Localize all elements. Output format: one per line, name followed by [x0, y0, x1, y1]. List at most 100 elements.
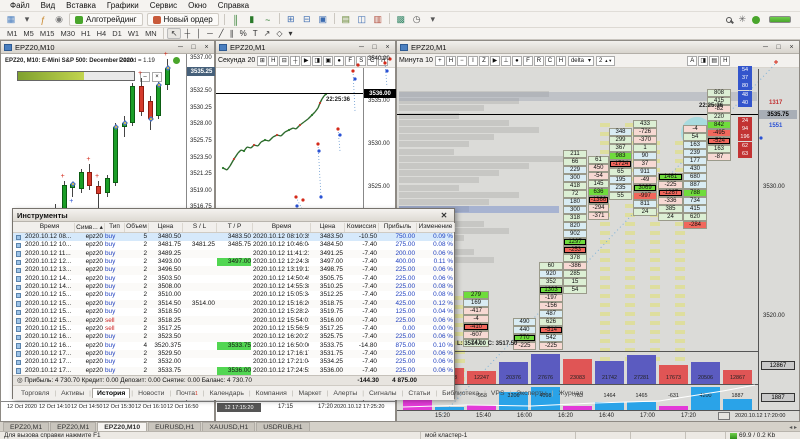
close-icon[interactable]: ×: [787, 44, 796, 51]
toolbox-tab-0[interactable]: Торговля: [17, 389, 53, 398]
chart-view-button[interactable]: A: [687, 55, 698, 66]
column-header-1[interactable]: Симв... ▴: [75, 223, 105, 232]
minimize-icon[interactable]: ─: [176, 44, 185, 51]
community-icon[interactable]: [752, 15, 760, 24]
timeframe-value[interactable]: 10: [425, 57, 433, 64]
profiles-icon[interactable]: ▦: [4, 13, 18, 26]
scale-spinner[interactable]: 2 ▲▼: [595, 55, 616, 66]
history-table-row[interactable]: 2020.10.12 13... epz20 buy 2 3496.50 2020.10.…: [13, 266, 453, 275]
column-header-11[interactable]: Изменение: [417, 223, 455, 232]
chart-tool-button[interactable]: R: [533, 55, 544, 66]
history-table-row[interactable]: 2020.10.12 15... epz20 buy 2 3518.50 2020.10.…: [13, 308, 453, 317]
zoom-out-icon[interactable]: ⊟: [300, 13, 314, 26]
column-header-8[interactable]: Цена: [311, 223, 345, 232]
chart-tab-0[interactable]: EPZ20,M1: [3, 422, 50, 431]
timeframe-MN[interactable]: MN: [142, 29, 160, 38]
close-icon[interactable]: ✕: [438, 211, 450, 220]
search-icon[interactable]: [726, 16, 733, 23]
column-header-6[interactable]: T / P: [217, 223, 253, 232]
timeframe-D1[interactable]: D1: [109, 29, 125, 38]
chart-tool-button[interactable]: F: [522, 55, 533, 66]
history-table-row[interactable]: 2020.10.12 17... epz20 buy 2 3533.75 3536.00 2…: [13, 366, 453, 375]
column-header-4[interactable]: Цена: [149, 223, 183, 232]
history-table-row[interactable]: 2020.10.12 15... epz20 buy 2 3514.50 3514.00 2…: [13, 299, 453, 309]
chart-tab-5[interactable]: USDRUB,H1: [256, 422, 310, 431]
timeframe-M5[interactable]: M5: [20, 29, 36, 38]
more-tools-icon[interactable]: ▾: [285, 29, 295, 38]
window-titlebar[interactable]: EPZ20,M10 ─ □ ×: [1, 41, 214, 54]
chart-tool-button[interactable]: −: [456, 55, 467, 66]
column-header-7[interactable]: Время: [253, 223, 311, 232]
chart-tool-button[interactable]: ▶: [301, 55, 312, 66]
new-order-button[interactable]: Новый ордер: [146, 13, 219, 26]
zoom-in-icon[interactable]: ⊞: [284, 13, 298, 26]
chart-window-epz20-m1-cluster[interactable]: EPZ20,M1 ─ □ × Минута 10 + H − I Z ▶ ⊥ ● F R C H delt…: [396, 40, 800, 422]
tab-scroll-icons[interactable]: ◂ ▸: [789, 424, 797, 431]
chart-tab-4[interactable]: XAUUSD,H1: [202, 422, 256, 431]
column-header-3[interactable]: Объем: [125, 223, 149, 232]
chart-tab-3[interactable]: EURUSD,H1: [148, 422, 202, 431]
chart-tab-1[interactable]: EPZ20,M1: [50, 422, 97, 431]
column-header-5[interactable]: S / L: [183, 223, 217, 232]
toolbox-tab-5[interactable]: Календарь: [206, 389, 248, 398]
algotrading-button[interactable]: Алготрейдинг: [69, 13, 143, 26]
history-table-row[interactable]: 2020.10.12 14... epz20 buy 2 3503.50 2020.10.…: [13, 274, 453, 284]
toolbox-tab-14[interactable]: Журнал: [554, 389, 587, 398]
clock-dropdown-icon[interactable]: ▾: [426, 13, 440, 26]
vline-tool-icon[interactable]: │: [193, 29, 204, 38]
menu-item-0[interactable]: Файл: [5, 1, 35, 10]
chart-shift-icon[interactable]: ▤: [339, 13, 353, 26]
chart-tool-button[interactable]: ◨: [312, 55, 323, 66]
timeframe-M30[interactable]: M30: [57, 29, 78, 38]
chart-view-button[interactable]: ◨: [698, 55, 709, 66]
new-chart-icon[interactable]: ▩: [394, 13, 408, 26]
chart-tool-button[interactable]: ┼: [290, 55, 301, 66]
trendline-tool-icon[interactable]: ╱: [216, 29, 227, 38]
window-titlebar[interactable]: EPZ20,M1 ─ □ ×: [216, 41, 395, 54]
timeframe-W1[interactable]: W1: [125, 29, 142, 38]
cluster-mode-dropdown[interactable]: delta ▾: [567, 55, 594, 66]
chart-tool-button[interactable]: H: [268, 55, 279, 66]
indicators-icon[interactable]: ƒ: [36, 13, 50, 26]
menu-item-1[interactable]: Вид: [36, 1, 60, 10]
chart-tool-button[interactable]: ▶: [489, 55, 500, 66]
chart-tool-button[interactable]: I: [467, 55, 478, 66]
chart-tool-button[interactable]: ⊞: [257, 55, 268, 66]
window-titlebar[interactable]: EPZ20,M1 ─ □ ×: [397, 41, 799, 54]
chart-tool-button[interactable]: Z: [478, 55, 489, 66]
chart-tool-button[interactable]: ▣: [323, 55, 334, 66]
history-table-row[interactable]: 2020.10.12 15... epz20 sell 2 3518.25 2020.10…: [13, 316, 453, 325]
toolbox-tab-1[interactable]: Активы: [57, 389, 88, 398]
settings-gear-icon[interactable]: ✳: [738, 14, 746, 25]
shapes-tool-icon[interactable]: ◇: [273, 29, 285, 38]
column-header-10[interactable]: Прибыль: [379, 223, 417, 232]
close-icon[interactable]: ×: [202, 44, 211, 51]
history-table-row[interactable]: 2020.10.12 11... epz20 buy 2 3489.25 2020.10.…: [13, 249, 453, 259]
column-header-0[interactable]: Время: [25, 223, 75, 232]
bars-chart-icon[interactable]: ║: [229, 13, 243, 26]
history-table-row[interactable]: 2020.10.12 15... epz20 sell 2 3517.25 2020.10…: [13, 324, 453, 334]
cursor-tool-icon[interactable]: ↖: [166, 28, 182, 39]
period-clock-icon[interactable]: ◷: [410, 13, 424, 26]
minimize-icon[interactable]: ─: [357, 44, 366, 51]
toolbox-tab-13[interactable]: Эксперты: [512, 389, 550, 398]
chart-tool-button[interactable]: H: [555, 55, 566, 66]
history-table-row[interactable]: 2020.10.12 17... epz20 buy 2 3529.50 2020.10.…: [13, 349, 453, 359]
fibo-tool-icon[interactable]: %: [237, 29, 250, 38]
history-table-row[interactable]: 2020.10.12 12... epz20 buy 2 3493.00 3497.00 2…: [13, 258, 453, 267]
toolbox-tab-6[interactable]: Компания: [252, 389, 291, 398]
profiles-dropdown-icon[interactable]: ▾: [20, 13, 34, 26]
toolbox-titlebar[interactable]: Инструменты ✕: [13, 209, 454, 222]
chart-tool-button[interactable]: ●: [511, 55, 522, 66]
chart-tab-2[interactable]: EPZ20,M10: [97, 422, 148, 431]
menu-item-2[interactable]: Вставка: [61, 1, 101, 10]
minimize-icon[interactable]: ─: [761, 44, 770, 51]
chart-view-button[interactable]: H: [720, 55, 731, 66]
toolbox-tab-8[interactable]: Алерты: [329, 389, 361, 398]
restore-icon[interactable]: □: [370, 44, 379, 51]
chart-tool-button[interactable]: H: [445, 55, 456, 66]
history-table-row[interactable]: 2020.10.12 16... epz20 buy 2 3523.50 2020.10.…: [13, 333, 453, 342]
chart-tool-button[interactable]: S: [356, 55, 367, 66]
timeframe-H4[interactable]: H4: [94, 29, 110, 38]
close-icon[interactable]: ×: [383, 44, 392, 51]
